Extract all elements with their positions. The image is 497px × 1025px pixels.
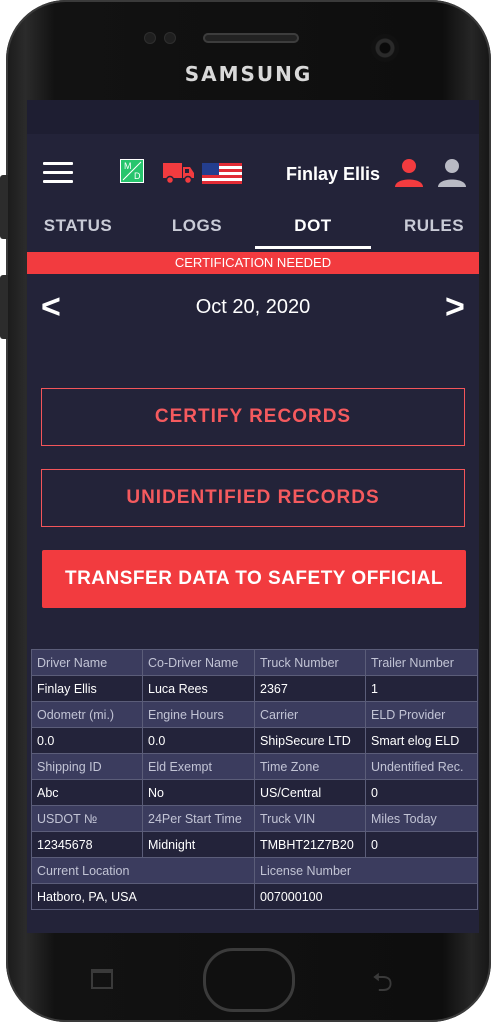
md-badge-icon[interactable]: M D xyxy=(120,159,144,183)
table-cell-label: ELD Provider xyxy=(365,701,478,728)
device-brand: SAMSUNG xyxy=(184,62,313,86)
active-tab-indicator xyxy=(255,246,371,249)
table-cell-label: License Number xyxy=(254,857,478,884)
menu-icon[interactable] xyxy=(43,162,73,184)
table-cell-value: 1 xyxy=(365,675,478,702)
table-row: 0.0 0.0 ShipSecure LTD Smart elog ELD xyxy=(31,727,478,754)
app-screen: M D Finlay Ellis STATUS LOGS DOT RULES C… xyxy=(27,100,479,933)
front-camera xyxy=(371,34,399,62)
earpiece xyxy=(203,33,299,43)
light-sensor xyxy=(164,32,176,44)
table-cell-value: Abc xyxy=(31,779,143,806)
driver-info-table: Driver Name Co-Driver Name Truck Number … xyxy=(31,649,478,910)
certification-banner[interactable]: CERTIFICATION NEEDED xyxy=(27,252,479,274)
table-row: Odometr (mi.) Engine Hours Carrier ELD P… xyxy=(31,701,478,728)
table-cell-value: Finlay Ellis xyxy=(31,675,143,702)
user-name[interactable]: Finlay Ellis xyxy=(286,164,380,185)
user-inactive-icon[interactable] xyxy=(437,158,467,188)
certify-records-button[interactable]: CERTIFY RECORDS xyxy=(41,388,465,446)
table-row: 12345678 Midnight TMBHT21Z7B20 0 xyxy=(31,831,478,858)
table-cell-label: Trailer Number xyxy=(365,649,478,676)
table-cell-label: USDOT № xyxy=(31,805,143,832)
table-cell-value: TMBHT21Z7B20 xyxy=(254,831,366,858)
back-icon[interactable]: ⮌ xyxy=(372,964,393,1008)
chevron-right-icon[interactable]: > xyxy=(445,290,465,324)
table-cell-value: 0.0 xyxy=(142,727,255,754)
table-cell-label: Time Zone xyxy=(254,753,366,780)
table-cell-value: Hatboro, PA, USA xyxy=(31,883,255,910)
table-cell-label: Eld Exempt xyxy=(142,753,255,780)
table-cell-value: ShipSecure LTD xyxy=(254,727,366,754)
table-row: Shipping ID Eld Exempt Time Zone Undenti… xyxy=(31,753,478,780)
home-button[interactable] xyxy=(203,948,295,1012)
user-active-icon[interactable] xyxy=(394,158,424,188)
transfer-data-button[interactable]: TRANSFER DATA TO SAFETY OFFICIAL xyxy=(42,550,466,608)
table-cell-label: Miles Today xyxy=(365,805,478,832)
table-cell-label: Odometr (mi.) xyxy=(31,701,143,728)
table-cell-label: Shipping ID xyxy=(31,753,143,780)
table-cell-value: 12345678 xyxy=(31,831,143,858)
table-cell-value: US/Central xyxy=(254,779,366,806)
table-cell-value: 0.0 xyxy=(31,727,143,754)
table-row: Driver Name Co-Driver Name Truck Number … xyxy=(31,649,478,676)
unidentified-records-button[interactable]: UNIDENTIFIED RECORDS xyxy=(41,469,465,527)
table-cell-label: Co-Driver Name xyxy=(142,649,255,676)
table-row: Abc No US/Central 0 xyxy=(31,779,478,806)
tab-rules[interactable]: RULES xyxy=(391,210,477,252)
recent-apps-icon[interactable] xyxy=(91,969,113,989)
table-cell-value: Smart elog ELD xyxy=(365,727,478,754)
table-cell-value: 0 xyxy=(365,779,478,806)
proximity-sensor xyxy=(144,32,156,44)
status-bar xyxy=(27,100,479,134)
table-cell-label: Undentified Rec. xyxy=(365,753,478,780)
table-cell-label: Carrier xyxy=(254,701,366,728)
table-cell-value: 007000100 xyxy=(254,883,478,910)
table-row: USDOT № 24Per Start Time Truck VIN Miles… xyxy=(31,805,478,832)
tab-bar: STATUS LOGS DOT RULES xyxy=(27,210,479,252)
table-cell-label: Truck Number xyxy=(254,649,366,676)
table-cell-label: Truck VIN xyxy=(254,805,366,832)
table-cell-value: 2367 xyxy=(254,675,366,702)
us-flag-icon[interactable] xyxy=(202,163,242,184)
table-cell-value: Midnight xyxy=(142,831,255,858)
truck-icon[interactable] xyxy=(163,161,195,185)
power-button xyxy=(0,275,8,339)
table-cell-value: 0 xyxy=(365,831,478,858)
table-cell-label: Driver Name xyxy=(31,649,143,676)
tab-logs[interactable]: LOGS xyxy=(159,210,235,252)
table-row: Current Location License Number xyxy=(31,857,478,884)
table-row: Finlay Ellis Luca Rees 2367 1 xyxy=(31,675,478,702)
tab-status[interactable]: STATUS xyxy=(35,210,121,252)
current-date: Oct 20, 2020 xyxy=(195,296,311,318)
table-row: Hatboro, PA, USA 007000100 xyxy=(31,883,478,910)
app-header: M D Finlay Ellis xyxy=(27,134,479,210)
table-cell-label: Current Location xyxy=(31,857,255,884)
volume-button xyxy=(0,175,8,239)
table-cell-label: 24Per Start Time xyxy=(142,805,255,832)
table-cell-value: Luca Rees xyxy=(142,675,255,702)
table-cell-label: Engine Hours xyxy=(142,701,255,728)
date-navigator: < Oct 20, 2020 > xyxy=(27,274,479,344)
table-cell-value: No xyxy=(142,779,255,806)
